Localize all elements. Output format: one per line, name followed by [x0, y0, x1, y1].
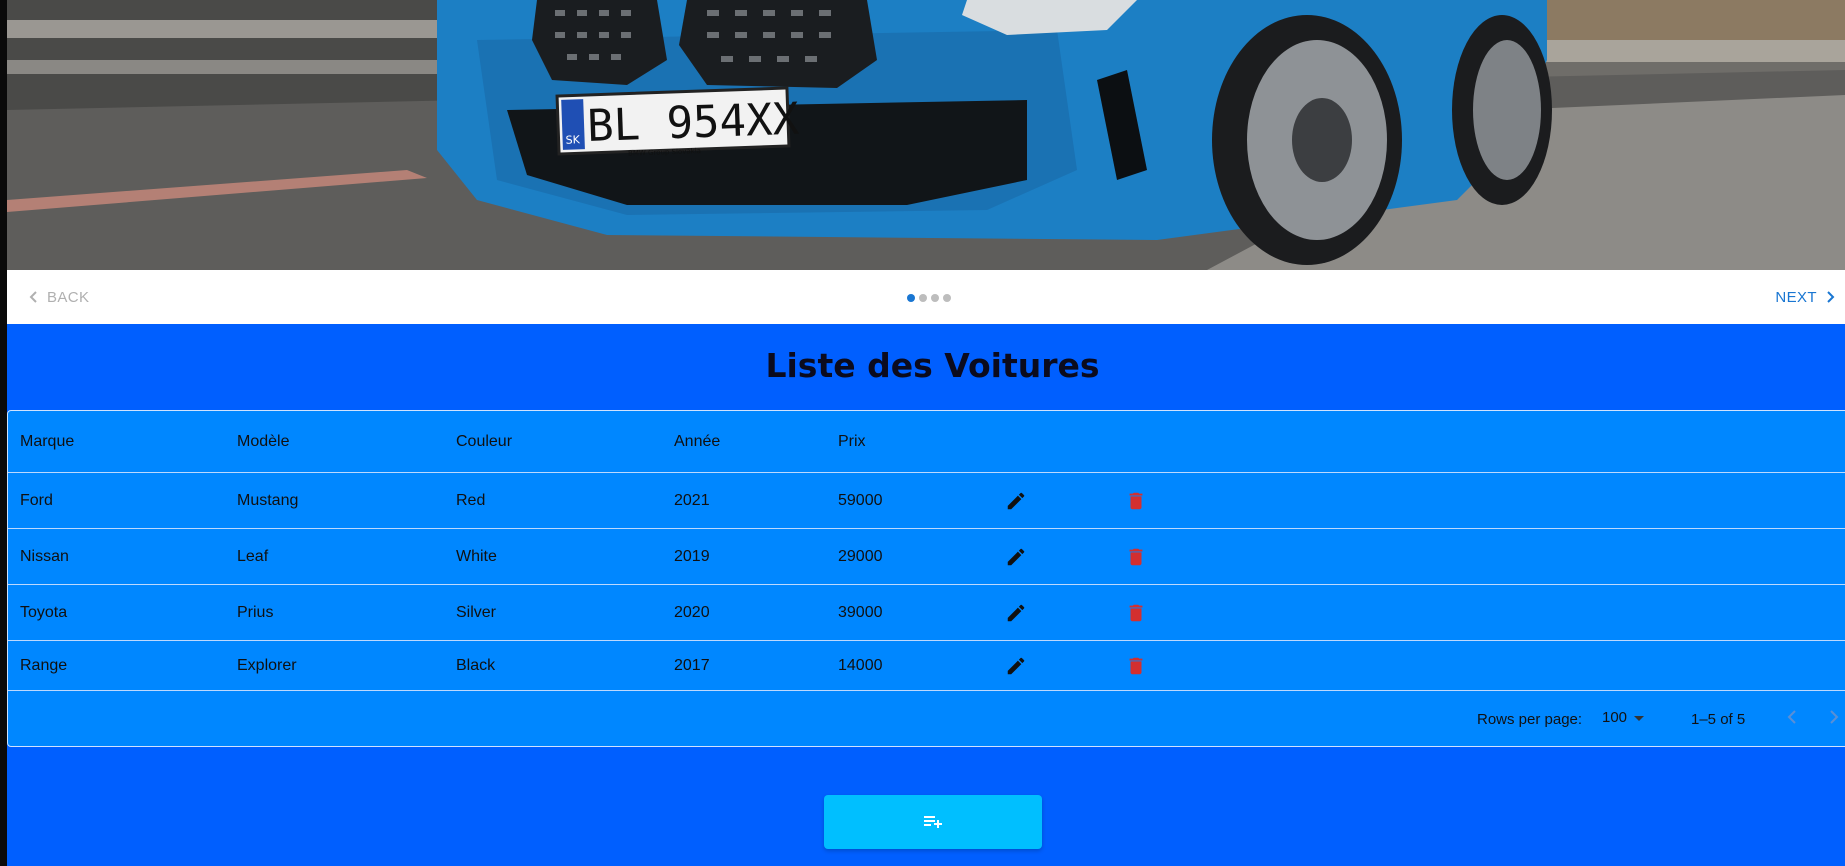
table-pagination: Rows per page: 100 1–5 of 5 [8, 691, 1845, 747]
pencil-icon[interactable] [1002, 543, 1030, 571]
edit-button[interactable] [1002, 641, 1030, 690]
cell-prix: 59000 [838, 491, 883, 509]
back-label: Back [47, 288, 90, 306]
rows-per-page-value: 100 [1602, 709, 1628, 726]
playlist-add-icon [924, 816, 942, 828]
table-row: Range Explorer Black 2017 14000 [8, 641, 1845, 691]
column-header-marque: Marque [20, 432, 75, 450]
pencil-icon[interactable] [1002, 652, 1030, 680]
pencil-icon[interactable] [1002, 487, 1030, 515]
svg-text:BL 954XX: BL 954XX [586, 94, 800, 152]
column-header-prix: Prix [838, 432, 866, 450]
cars-table: Marque Modèle Couleur Année Prix Ford Mu… [7, 410, 1845, 747]
cell-couleur: Black [456, 656, 496, 674]
edit-button[interactable] [1002, 529, 1030, 584]
carousel-stepper: Back Next [7, 270, 1845, 324]
page: SK BL 954XX BMW Group Slovakia Back Next… [7, 0, 1845, 866]
cell-prix: 29000 [838, 547, 883, 565]
back-button[interactable]: Back [7, 277, 105, 317]
step-dot-1[interactable] [907, 294, 915, 302]
next-page-button[interactable] [1823, 707, 1843, 731]
step-dots [907, 294, 951, 302]
trash-icon[interactable] [1122, 487, 1150, 515]
delete-button[interactable] [1122, 473, 1150, 528]
step-dot-2[interactable] [919, 294, 927, 302]
chevron-left-icon [29, 291, 37, 303]
cell-couleur: Silver [456, 603, 497, 621]
trash-icon[interactable] [1122, 543, 1150, 571]
add-car-button[interactable] [824, 795, 1042, 849]
table-header-row: Marque Modèle Couleur Année Prix [8, 411, 1845, 473]
cell-couleur: Red [456, 491, 486, 509]
edit-button[interactable] [1002, 473, 1030, 528]
next-label: Next [1775, 288, 1817, 306]
page-title: Liste des Voitures [765, 346, 1100, 385]
cell-marque: Range [20, 656, 68, 674]
car-illustration: SK BL 954XX BMW Group Slovakia [7, 0, 1845, 270]
cell-annee: 2017 [674, 656, 710, 674]
delete-button[interactable] [1122, 585, 1150, 640]
column-header-modele: Modèle [237, 432, 290, 450]
cell-modele: Mustang [237, 491, 299, 509]
hero-car-image: SK BL 954XX BMW Group Slovakia [7, 0, 1845, 270]
column-header-couleur: Couleur [456, 432, 513, 450]
pagination-range: 1–5 of 5 [1691, 711, 1746, 728]
cell-annee: 2019 [674, 547, 710, 565]
column-header-annee: Année [674, 432, 721, 450]
cell-modele: Leaf [237, 547, 269, 565]
cell-modele: Explorer [237, 656, 297, 674]
cell-marque: Nissan [20, 547, 69, 565]
chevron-right-icon [1827, 291, 1835, 303]
trash-icon[interactable] [1122, 599, 1150, 627]
delete-button[interactable] [1122, 641, 1150, 690]
next-button[interactable]: Next [1759, 277, 1845, 317]
cell-marque: Ford [20, 491, 53, 509]
trash-icon[interactable] [1122, 652, 1150, 680]
caret-down-icon [1634, 715, 1645, 721]
edit-button[interactable] [1002, 585, 1030, 640]
table-row: Ford Mustang Red 2021 59000 [8, 473, 1845, 529]
cell-prix: 39000 [838, 603, 883, 621]
rows-per-page-label: Rows per page: [1477, 711, 1583, 728]
delete-button[interactable] [1122, 529, 1150, 584]
rows-per-page-select[interactable]: 100 [1602, 709, 1645, 726]
chevron-right-icon [1830, 710, 1839, 724]
cell-marque: Toyota [20, 603, 68, 621]
table-row: Nissan Leaf White 2019 29000 [8, 529, 1845, 585]
cell-prix: 14000 [838, 656, 883, 674]
table-row: Toyota Prius Silver 2020 39000 [8, 585, 1845, 641]
cell-modele: Prius [237, 603, 274, 621]
step-dot-3[interactable] [931, 294, 939, 302]
chevron-left-icon [1787, 710, 1796, 724]
previous-page-button[interactable] [1783, 707, 1803, 731]
cell-annee: 2021 [674, 491, 710, 509]
step-dot-4[interactable] [943, 294, 951, 302]
cell-annee: 2020 [674, 603, 710, 621]
pencil-icon[interactable] [1002, 599, 1030, 627]
svg-text:SK: SK [565, 133, 580, 147]
cell-couleur: White [456, 547, 497, 565]
